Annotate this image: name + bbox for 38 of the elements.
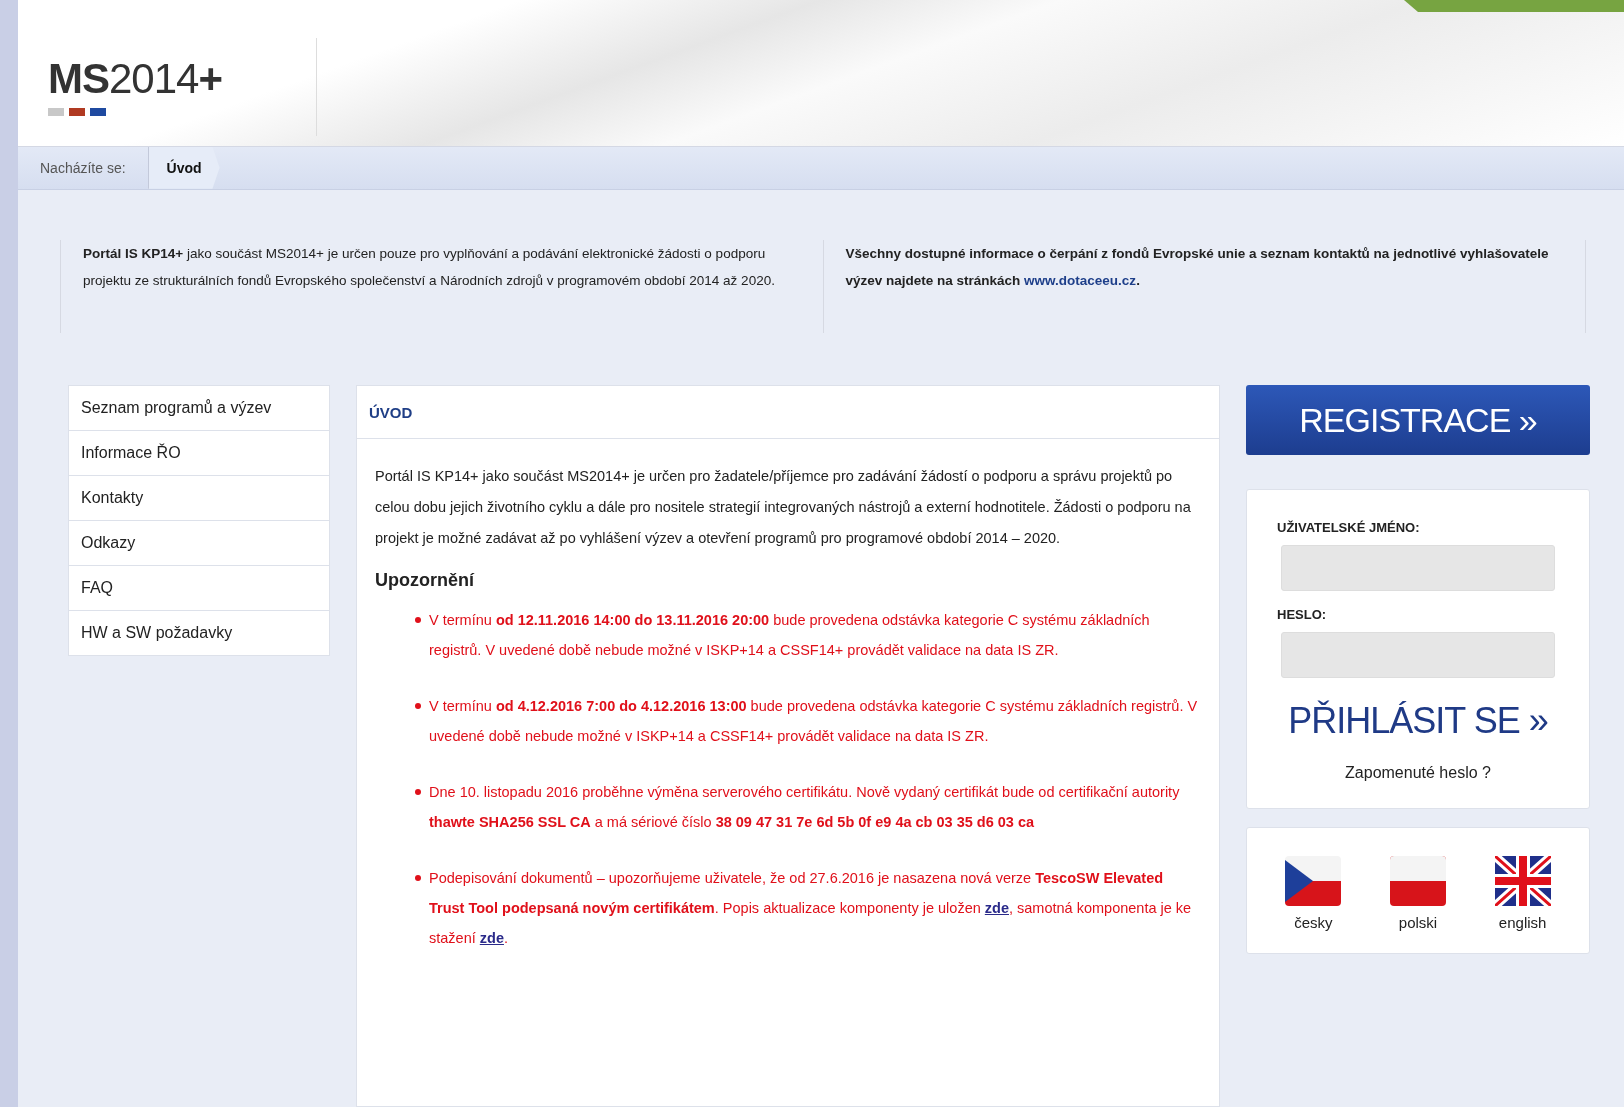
intro-text: Portál IS KP14+ jako součást MS2014+ je určen pouze pro vyplňování a podávání elektronické žádosti o podporu projektu ze strukturálních fondů Evropského společenství a Národních zdrojů v programovém období 2014 až 2020. <box>83 244 776 290</box>
register-button[interactable]: REGISTRACE » <box>1246 385 1590 455</box>
notice-text: Dne 10. listopadu 2016 proběhne výměna serverového certifikátu. Nově vydaný certifikát bude od certifikační autority thawte SHA256 SSL CA a má sériové číslo 38 09 47 31 7e 6d 5b 0f e9 4a cb 03 35 d6 03 ca <box>429 783 1181 832</box>
sidebar-item[interactable]: Informace ŘO <box>69 431 329 476</box>
logo: MS2014+ <box>48 58 222 100</box>
language-button[interactable]: polski <box>1390 856 1446 931</box>
intro-text: Všechny dostupné informace o čerpání z fondů Evropské unie a seznam kontaktů na jednotlivé vyhlašovatele výzev najdete na stránkách www.dotaceeu.cz. <box>845 244 1550 290</box>
sidebar-item[interactable]: FAQ <box>69 566 329 611</box>
notice-heading: Upozornění <box>375 570 476 591</box>
download-link[interactable]: zde <box>479 930 504 946</box>
bullet-icon <box>415 789 421 795</box>
bullet-icon <box>415 875 421 881</box>
sidebar-item[interactable]: HW a SW požadavky <box>69 611 329 655</box>
notice-text: V termínu od 4.12.2016 7:00 do 4.12.2016 13:00 bude provedena odstávka kategorie C systému základních registrů. V uvedené době nebude možné v ISKP+14 a CSSF14+ provádět validace na data IS ZR. <box>429 697 1199 746</box>
username-field[interactable] <box>1281 545 1555 591</box>
logo-stripes-icon <box>48 108 106 117</box>
username-label: UŽIVATELSKÉ JMÉNO: <box>1277 520 1421 535</box>
language-button[interactable]: english <box>1494 856 1551 931</box>
notice-text: V termínu od 12.11.2016 14:00 do 13.11.2016 20:00 bude provedena odstávka kategorie C systému základních registrů. V uvedené době nebude možné v ISKP+14 a CSSF14+ provádět validace na data IS ZR. <box>429 611 1151 660</box>
breadcrumb-label: Nacházíte se: <box>39 159 127 176</box>
bullet-icon <box>415 617 421 623</box>
uk-flag-icon <box>1494 856 1551 906</box>
breadcrumb-item[interactable]: Úvod <box>147 146 220 189</box>
panel-title: ÚVOD <box>357 386 1219 439</box>
notice-text: Podepisování dokumentů – upozorňujeme uživatele, že od 27.6.2016 je nasazena nová verze TescoSW Elevated Trust Tool podepsaná novým certifikátem. Popis aktualizace komponenty je uložen zde, samotná komponenta je ke stažení zde. <box>429 869 1193 948</box>
download-link[interactable]: zde <box>984 900 1009 916</box>
czech-flag-icon <box>1285 856 1342 906</box>
sidebar-item[interactable]: Seznam programů a výzev <box>69 386 329 431</box>
polish-flag-icon <box>1390 856 1446 906</box>
sidebar-item[interactable]: Kontakty <box>69 476 329 521</box>
password-field[interactable] <box>1281 632 1555 678</box>
language-button[interactable]: česky <box>1285 856 1342 931</box>
sidebar-item[interactable]: Odkazy <box>69 521 329 566</box>
forgot-password-link[interactable]: Zapomenuté heslo ? <box>1345 764 1491 782</box>
login-button[interactable]: PŘIHLÁSIT SE » <box>1288 700 1548 742</box>
intro-paragraph: Portál IS KP14+ jako součást MS2014+ je určen pro žadatele/příjemce pro zadávání žádostí o podporu a správu projektů po celou dobu jejich životního cyklu a dále pro nositele strategií integrovaných nástrojů a externí hodnotitele. Žádosti o podporu na projekt je možné zadávat až po vyhlášení výzev a otevření programů pro programové období 2014 – 2020. <box>375 467 1192 548</box>
password-label: HESLO: <box>1277 607 1328 622</box>
bullet-icon <box>415 703 421 709</box>
